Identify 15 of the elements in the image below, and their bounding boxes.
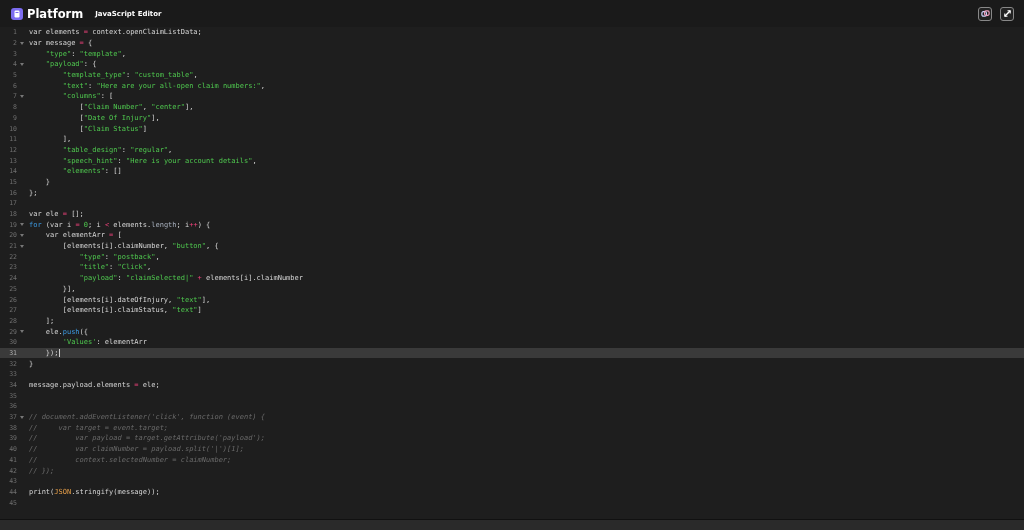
link-button[interactable] — [978, 6, 992, 21]
expand-icon — [1002, 9, 1012, 18]
fold-caret-icon[interactable] — [19, 330, 24, 334]
fold-caret-icon[interactable] — [19, 62, 24, 66]
fold-caret-icon[interactable] — [19, 233, 24, 237]
logo-icon — [11, 7, 23, 20]
brand-name: Platform — [27, 6, 84, 21]
link-icon — [980, 9, 990, 18]
expand-button[interactable] — [1000, 6, 1014, 21]
fold-caret-icon[interactable] — [19, 415, 24, 419]
fold-caret-icon[interactable] — [19, 41, 24, 45]
horizontal-scrollbar[interactable] — [0, 520, 1024, 530]
fold-caret-icon[interactable] — [19, 244, 24, 248]
fold-caret-icon[interactable] — [19, 223, 24, 227]
fold-caret-icon[interactable] — [19, 94, 24, 98]
